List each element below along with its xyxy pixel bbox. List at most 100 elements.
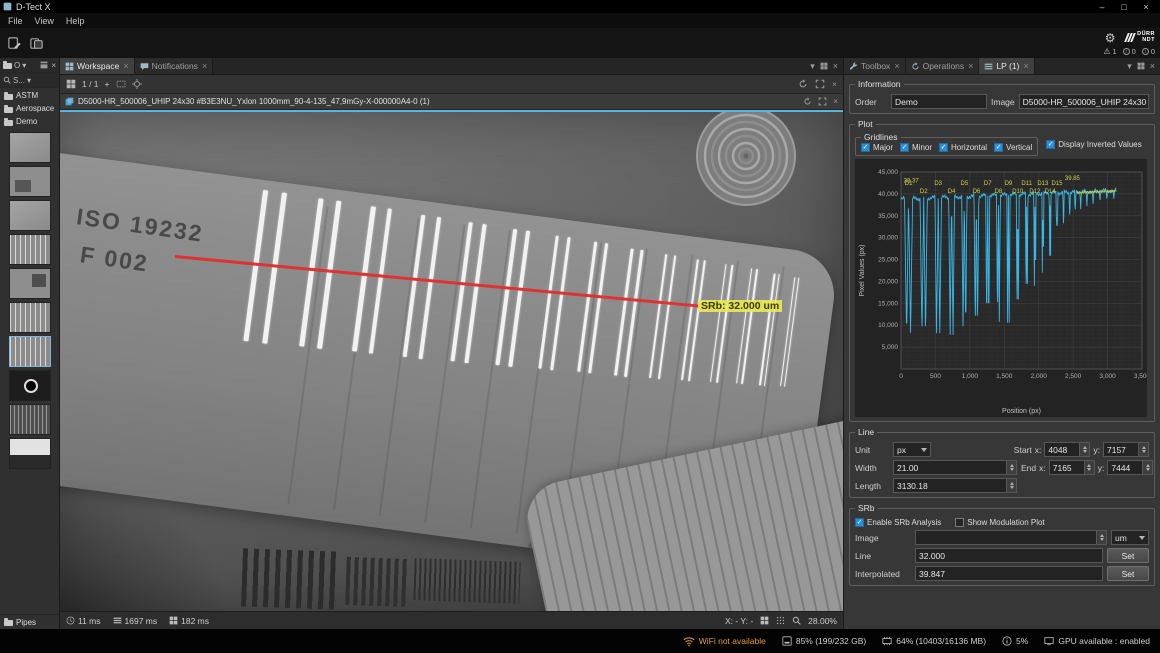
srb-image-select[interactable] <box>915 530 1107 545</box>
tab-close-icon[interactable]: × <box>894 61 899 71</box>
srb-interpolated-input[interactable]: 39.847 <box>915 566 1103 581</box>
enable-srb-analysis-checkbox[interactable]: ✓ <box>855 518 864 527</box>
thumbnail-7[interactable] <box>10 337 50 366</box>
order-input[interactable]: Demo <box>891 94 987 109</box>
crosshair-icon[interactable] <box>132 79 142 89</box>
tab-notifications[interactable]: Notifications× <box>135 58 214 74</box>
close-icon[interactable]: × <box>833 61 838 71</box>
image-title-bar[interactable]: D5000-HR_500006_UHIP 24x30 #B3E3NU_Yxlon… <box>60 94 843 110</box>
spinner-buttons[interactable] <box>1006 461 1016 474</box>
spinner-buttons[interactable] <box>1006 479 1016 492</box>
thumbnail-2[interactable] <box>10 167 50 196</box>
display-inverted-values[interactable]: ✓Display Inverted Values <box>1046 140 1141 149</box>
start-y-input[interactable]: 7157 <box>1103 442 1149 457</box>
enable-srb-analysis[interactable]: ✓Enable SRb Analysis <box>855 518 941 527</box>
tab-close-icon[interactable]: × <box>123 61 128 71</box>
alert-badges[interactable]: ⚠1 i0 i0 <box>1103 46 1155 57</box>
sidebar-item-aerospace[interactable]: Aerospace <box>0 102 59 115</box>
tab-toolbox[interactable]: Toolbox× <box>844 58 906 74</box>
srb-unit-select[interactable]: um <box>1111 530 1149 545</box>
thumbnail-5[interactable] <box>10 269 50 298</box>
layout-icon[interactable] <box>820 62 828 70</box>
thumbnail-9[interactable] <box>10 405 50 434</box>
rectangle-select-icon[interactable] <box>116 79 126 89</box>
tab-operations[interactable]: Operations× <box>906 58 980 74</box>
spinner-buttons[interactable] <box>1079 443 1089 456</box>
panel-options-icon[interactable] <box>40 61 48 69</box>
chevron-down-icon[interactable]: ▾ <box>810 61 815 72</box>
gridlines-vertical-checkbox[interactable]: ✓ <box>994 143 1003 152</box>
srb-interpolated-set-button[interactable]: Set <box>1107 566 1149 581</box>
image-input[interactable]: D5000-HR_500006_UHIP 24x30 #B3E3NU_Yxlon… <box>1019 94 1149 109</box>
edit-report-button[interactable] <box>5 34 23 52</box>
maximize-button[interactable]: □ <box>1113 1 1135 13</box>
gear-icon[interactable]: ⚙ <box>1101 29 1119 47</box>
end-x-input[interactable]: 7165 <box>1049 460 1095 475</box>
chevron-down-icon[interactable]: ▾ <box>1127 61 1132 72</box>
close-icon[interactable]: × <box>1150 61 1155 71</box>
gridlines-vertical[interactable]: ✓Vertical <box>994 143 1032 152</box>
menu-view[interactable]: View <box>29 16 60 26</box>
width-input[interactable]: 21.00 <box>893 460 1017 475</box>
panel-close-icon[interactable]: × <box>51 61 56 70</box>
close-icon[interactable]: × <box>832 79 837 89</box>
minimize-button[interactable]: – <box>1091 1 1113 13</box>
tab-close-icon[interactable]: × <box>968 61 973 71</box>
length-input[interactable]: 3130.18 <box>893 478 1017 493</box>
end-y-input[interactable]: 7444 <box>1107 460 1153 475</box>
close-icon[interactable]: × <box>833 97 838 106</box>
gridlines-major[interactable]: ✓Major <box>861 143 893 152</box>
show-modulation-plot-checkbox[interactable] <box>955 518 964 527</box>
fullscreen-icon[interactable] <box>815 79 825 89</box>
layout-icon[interactable] <box>1137 62 1145 70</box>
report-images-button[interactable] <box>27 34 45 52</box>
search-input[interactable]: S... <box>13 76 25 85</box>
srb-line-input[interactable]: 32.000 <box>915 548 1103 563</box>
unit-select[interactable]: px <box>893 442 931 457</box>
spinner-buttons[interactable] <box>1138 443 1148 456</box>
tab-close-icon[interactable]: × <box>1023 61 1028 71</box>
tab-lp-1[interactable]: LP (1)× <box>979 58 1034 74</box>
refresh-icon[interactable] <box>798 79 808 89</box>
sidebar-item-pipes[interactable]: Pipes <box>0 614 59 629</box>
grid-toggle-icon[interactable] <box>760 616 769 625</box>
sidebar-item-astm[interactable]: ASTM <box>0 89 59 102</box>
badge-warning-1[interactable]: ⚠1 <box>1103 47 1116 56</box>
zoom-icon[interactable] <box>792 616 801 625</box>
thumbnail-6[interactable] <box>10 303 50 332</box>
display-inverted-values-checkbox[interactable]: ✓ <box>1046 140 1055 149</box>
gridlines-minor[interactable]: ✓Minor <box>900 143 932 152</box>
thumbnail-4[interactable] <box>10 235 50 264</box>
start-x-input[interactable]: 4048 <box>1044 442 1090 457</box>
tab-workspace[interactable]: Workspace× <box>60 58 135 74</box>
sidebar-search[interactable]: S... ▾ <box>0 73 59 88</box>
gridlines-horizontal-checkbox[interactable]: ✓ <box>939 143 948 152</box>
badge-info-3[interactable]: i0 <box>1142 47 1155 56</box>
profile-chart[interactable]: 05001,0001,5002,0002,5003,0003,5005,0001… <box>855 159 1147 417</box>
fullscreen-icon[interactable] <box>818 97 827 106</box>
srb-line-set-button[interactable]: Set <box>1107 548 1149 563</box>
menu-help[interactable]: Help <box>60 16 91 26</box>
spinner-buttons[interactable] <box>1084 461 1094 474</box>
thumbnail-8[interactable] <box>10 371 50 400</box>
chevron-down-icon[interactable]: ▾ <box>27 76 31 85</box>
zoom-in-icon[interactable]: + <box>105 79 110 89</box>
gridlines-horizontal[interactable]: ✓Horizontal <box>939 143 987 152</box>
close-button[interactable]: × <box>1135 1 1157 13</box>
chevron-down-icon[interactable]: ▾ <box>22 61 26 70</box>
dots-grid-icon[interactable] <box>776 616 785 625</box>
show-modulation-plot[interactable]: Show Modulation Plot <box>955 518 1044 527</box>
xray-image-viewport[interactable]: ISO 19232 F 002 SRb: 32.000 um <box>60 110 843 611</box>
tab-close-icon[interactable]: × <box>202 61 207 71</box>
grid-view-icon[interactable] <box>66 79 76 89</box>
gridlines-major-checkbox[interactable]: ✓ <box>861 143 870 152</box>
thumbnail-10[interactable] <box>10 439 50 468</box>
badge-info-2[interactable]: i0 <box>1123 47 1136 56</box>
refresh-icon[interactable] <box>803 97 812 106</box>
thumbnail-1[interactable] <box>10 133 50 162</box>
zoom-level[interactable]: 28.00% <box>808 616 837 626</box>
thumbnail-3[interactable] <box>10 201 50 230</box>
sidebar-item-demo[interactable]: Demo <box>0 115 59 128</box>
gridlines-minor-checkbox[interactable]: ✓ <box>900 143 909 152</box>
menu-file[interactable]: File <box>2 16 29 26</box>
